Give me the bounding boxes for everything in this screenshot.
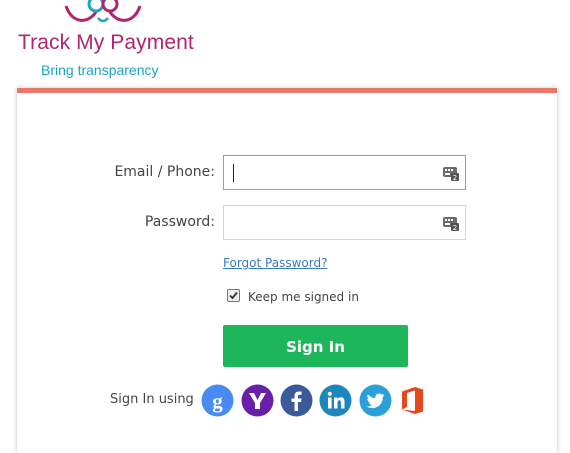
linkedin-icon[interactable] (319, 384, 352, 417)
password-label: Password: (144, 214, 215, 230)
google-icon[interactable]: g (201, 384, 234, 417)
keyboard-icon[interactable]: 2 (443, 215, 459, 231)
keyboard-icon[interactable]: 2 (443, 165, 459, 181)
svg-text:2: 2 (453, 174, 457, 181)
brand-name: Track My Payment (18, 31, 194, 54)
sign-in-using-label: Sign In using (110, 392, 194, 407)
sign-in-button[interactable]: Sign In (223, 325, 408, 367)
office-icon[interactable] (397, 384, 430, 417)
facebook-icon[interactable] (280, 384, 313, 417)
forgot-password-link[interactable]: Forgot Password? (223, 256, 327, 270)
twitter-icon[interactable] (359, 384, 392, 417)
logo-swirl-icon (64, 0, 142, 23)
keep-signed-in-label: Keep me signed in (248, 290, 359, 304)
brand-tagline: Bring transparency (41, 62, 159, 78)
checkmark-icon (229, 291, 238, 300)
svg-text:g: g (212, 389, 223, 413)
email-label: Email / Phone: (114, 164, 215, 180)
yahoo-icon[interactable] (241, 384, 274, 417)
svg-text:2: 2 (453, 224, 457, 231)
password-field[interactable]: 2 (223, 205, 466, 240)
keep-signed-in-checkbox[interactable] (227, 289, 240, 302)
email-field[interactable]: 2 (223, 155, 466, 190)
text-caret (233, 164, 234, 182)
